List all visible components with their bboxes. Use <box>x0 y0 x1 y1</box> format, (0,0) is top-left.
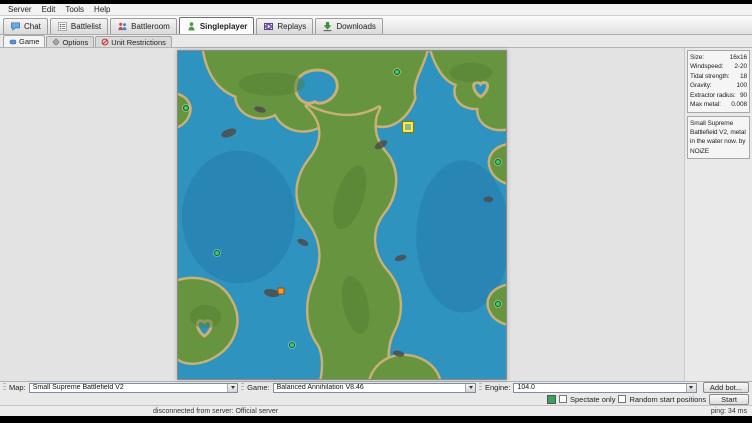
subtab-options[interactable]: Options <box>46 36 94 47</box>
screen: Server Edit Tools Help Chat Battlelist B… <box>0 0 752 423</box>
start-green-marker[interactable] <box>289 342 295 348</box>
tab-label: Chat <box>24 22 41 31</box>
map-select-value: Small Supreme Battlefield V2 <box>33 384 124 391</box>
menu-edit[interactable]: Edit <box>37 5 61 14</box>
battleroom-icon <box>117 21 128 32</box>
map-stat-row: Windspeed: 2-20 <box>690 62 747 71</box>
team-color-swatch[interactable] <box>547 395 556 404</box>
main-tab-bar: Chat Battlelist Battleroom Singleplayer … <box>0 16 752 35</box>
map-stat-row: Extractor radius: 90 <box>690 91 747 100</box>
random-start-label: Random start positions <box>629 395 706 404</box>
menu-help[interactable]: Help <box>89 5 115 14</box>
status-bar: disconnected from server: Official serve… <box>0 405 752 416</box>
add-bot-button[interactable]: Add bot... <box>703 382 749 393</box>
replays-icon <box>263 21 274 32</box>
stat-value: 2-20 <box>734 62 747 71</box>
stat-value: 100 <box>736 81 747 90</box>
spectate-only-label: Spectate only <box>570 395 615 404</box>
stat-label: Max metal: <box>690 100 721 109</box>
tab-label: Battleroom <box>131 22 170 31</box>
tab-singleplayer[interactable]: Singleplayer <box>179 17 255 34</box>
engine-label: Engine: <box>485 383 510 392</box>
map-stat-row: Tidal strength: 18 <box>690 72 747 81</box>
subtab-label: Unit Restrictions <box>111 38 166 47</box>
tab-replays[interactable]: Replays <box>256 18 313 34</box>
tab-label: Downloads <box>336 22 376 31</box>
singleplayer-icon <box>186 21 197 32</box>
random-start-checkbox[interactable] <box>618 395 626 403</box>
singleplayer-sub-tabs: Game Options Unit Restrictions <box>0 35 752 48</box>
tab-battleroom[interactable]: Battleroom <box>110 18 177 34</box>
chevron-down-icon[interactable] <box>227 384 237 392</box>
start-markers-layer <box>178 51 506 379</box>
start-green-marker[interactable] <box>495 301 501 307</box>
downloads-icon <box>322 21 333 32</box>
menu-bar: Server Edit Tools Help <box>0 4 752 16</box>
start-options-bar: Spectate only Random start positions Sta… <box>0 393 752 405</box>
map-stat-row: Max metal: 0.008 <box>690 100 747 109</box>
tab-label: Singleplayer <box>200 22 248 31</box>
start-green-marker[interactable] <box>214 250 220 256</box>
battle-setup-content: Size: 16x16 Windspeed: 2-20 Tidal strength… <box>0 48 752 381</box>
tab-label: Battlelist <box>71 22 101 31</box>
stat-value: 90 <box>740 91 747 100</box>
tab-label: Replays <box>277 22 306 31</box>
connection-status: disconnected from server: Official serve… <box>5 408 278 415</box>
map-label: Map: <box>9 383 26 392</box>
game-select[interactable]: Balanced Annihilation V8.46 <box>273 383 476 393</box>
subtab-label: Options <box>62 38 88 47</box>
stat-value: 16x16 <box>730 53 747 62</box>
start-green-marker[interactable] <box>183 105 189 111</box>
subtab-label: Game <box>19 37 39 46</box>
restriction-icon <box>101 38 109 46</box>
chat-icon <box>10 21 21 32</box>
map-preview-area <box>0 48 684 381</box>
game-label: Game: <box>247 383 270 392</box>
subtab-game[interactable]: Game <box>3 35 45 47</box>
game-icon <box>9 38 17 46</box>
map-info-panel: Size: 16x16 Windspeed: 2-20 Tidal strength… <box>684 48 752 381</box>
start-green-marker[interactable] <box>495 159 501 165</box>
map-description-box: Small Supreme Battlefield V2, metal in t… <box>687 116 750 160</box>
battlelist-icon <box>57 21 68 32</box>
tab-chat[interactable]: Chat <box>3 18 48 34</box>
stat-label: Tidal strength: <box>690 72 729 81</box>
start-selected-marker[interactable] <box>403 122 413 132</box>
spectate-only-checkbox[interactable] <box>559 395 567 403</box>
stat-value: 18 <box>740 72 747 81</box>
subtab-unit-restrictions[interactable]: Unit Restrictions <box>95 36 172 47</box>
stat-label: Size: <box>690 53 704 62</box>
ping-status: ping: 34 ms <box>711 408 747 415</box>
map-stats-box: Size: 16x16 Windspeed: 2-20 Tidal strength… <box>687 50 750 113</box>
map-stat-row: Gravity: 100 <box>690 81 747 90</box>
start-button[interactable]: Start <box>709 394 749 405</box>
map-stat-row: Size: 16x16 <box>690 53 747 62</box>
game-select-value: Balanced Annihilation V8.46 <box>277 384 364 391</box>
tab-battlelist[interactable]: Battlelist <box>50 18 108 34</box>
tab-downloads[interactable]: Downloads <box>315 18 383 34</box>
menu-server[interactable]: Server <box>3 5 37 14</box>
engine-select[interactable]: 104.0 <box>513 383 696 393</box>
menu-tools[interactable]: Tools <box>60 5 89 14</box>
map-select[interactable]: Small Supreme Battlefield V2 <box>29 383 238 393</box>
commander-marker[interactable] <box>277 287 284 294</box>
toolbar-gripper[interactable] <box>3 383 6 392</box>
chevron-down-icon[interactable] <box>686 384 696 392</box>
gear-icon <box>52 38 60 46</box>
chevron-down-icon[interactable] <box>465 384 475 392</box>
stat-label: Windspeed: <box>690 62 723 71</box>
stat-value: 0.008 <box>731 100 747 109</box>
stat-label: Gravity: <box>690 81 712 90</box>
setup-toolbar: Map: Small Supreme Battlefield V2 Game: … <box>0 381 752 393</box>
toolbar-gripper[interactable] <box>479 383 482 392</box>
engine-select-value: 104.0 <box>517 384 535 391</box>
start-green-marker[interactable] <box>394 69 400 75</box>
map-preview[interactable] <box>177 50 507 380</box>
toolbar-gripper[interactable] <box>241 383 244 392</box>
stat-label: Extractor radius: <box>690 91 736 100</box>
lobby-window: Server Edit Tools Help Chat Battlelist B… <box>0 4 752 416</box>
